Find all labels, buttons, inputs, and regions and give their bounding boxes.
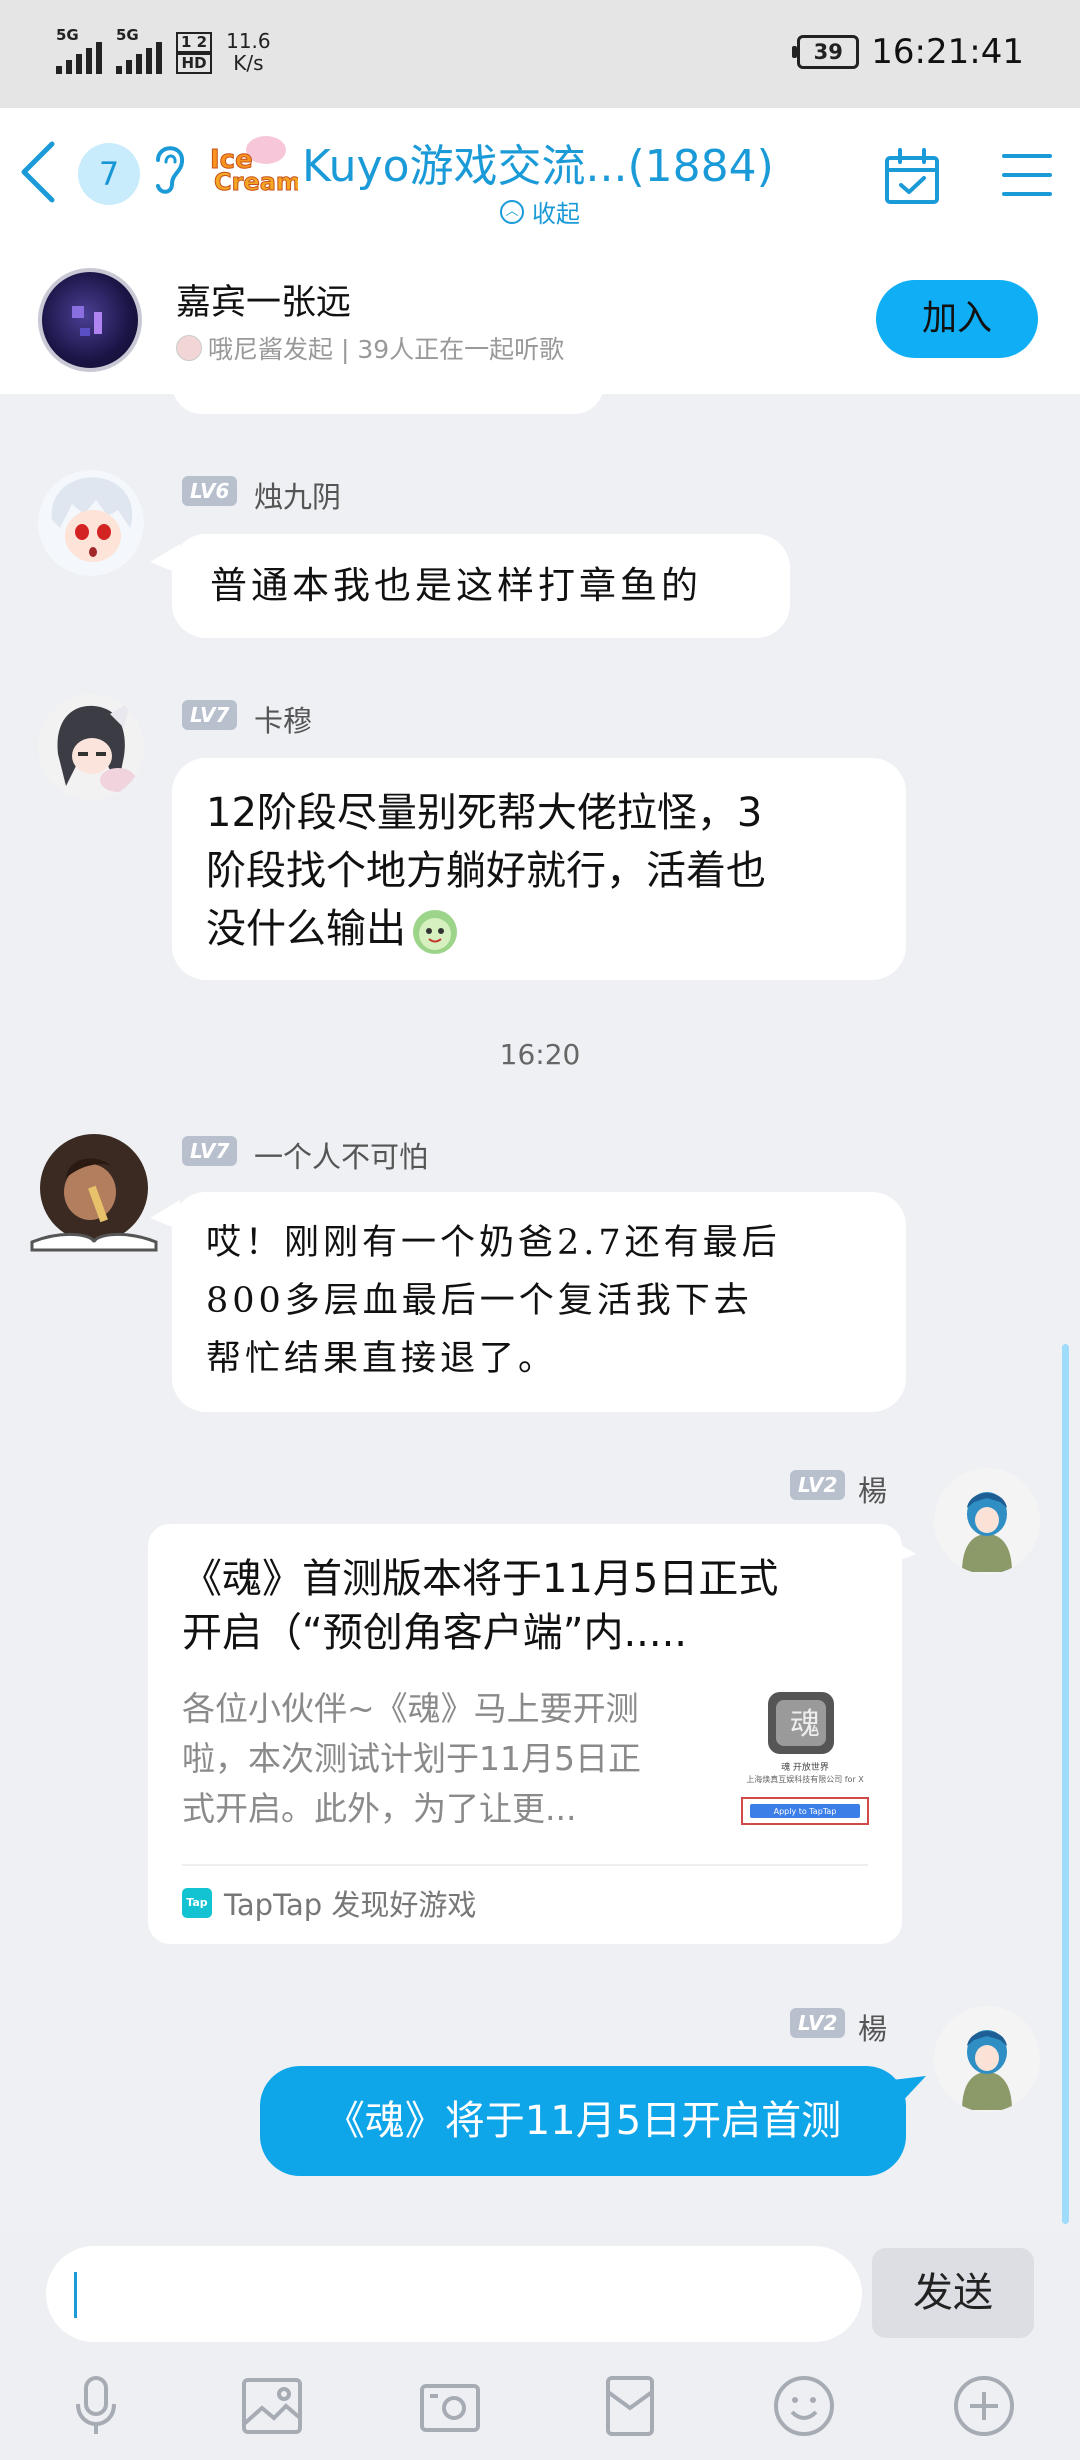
red-packet-icon[interactable] <box>598 2374 662 2438</box>
network-speed: 11.6 K/s <box>226 29 271 75</box>
avatar[interactable] <box>934 2006 1040 2112</box>
plus-icon[interactable] <box>952 2374 1016 2438</box>
camera-icon[interactable] <box>418 2374 482 2438</box>
cabbage-sticker-icon <box>413 910 457 954</box>
menu-icon[interactable] <box>1000 148 1054 202</box>
chat-header: 7 Ice Cream Kuyo游戏交流...(1884) ︿ 收起 <box>0 108 1080 244</box>
music-cover-avatar <box>38 268 142 372</box>
svg-text:魂 开放世界: 魂 开放世界 <box>781 1761 829 1773</box>
message-bubble[interactable]: 哎！刚刚有一个奶爸2.7还有最后 800多层血最后一个复活我下去 帮忙结果直接退… <box>172 1192 906 1412</box>
initiator-avatar <box>176 335 202 361</box>
listen-together-banner[interactable]: 嘉宾一张远 哦尼酱发起 | 39人正在一起听歌 加入 <box>0 244 1080 394</box>
input-bar: 发送 <box>0 2234 1080 2460</box>
svg-text:上海焕真互娱科技有限公司 for X: 上海焕真互娱科技有限公司 for X <box>746 1774 864 1784</box>
back-arrow-icon[interactable] <box>14 132 70 212</box>
network-type-sim1: 5G <box>56 26 79 44</box>
send-button[interactable]: 发送 <box>872 2248 1034 2338</box>
collapse-toggle[interactable]: ︿ 收起 <box>500 194 580 229</box>
listen-subtitle: 哦尼酱发起 | 39人正在一起听歌 <box>176 330 564 366</box>
level-badge: LV2 <box>790 1470 846 1500</box>
avatar[interactable] <box>934 1468 1040 1574</box>
calendar-check-icon[interactable] <box>882 146 942 206</box>
message-list[interactable]: LV6 烛九阴 普通本我也是这样打章鱼的 LV7 卡穆 12阶段尽量别死帮大佬拉… <box>0 394 1080 2234</box>
ice-cream-logo: Ice Cream <box>210 136 298 194</box>
microphone-icon[interactable] <box>64 2374 128 2438</box>
svg-text:Apply to TapTap: Apply to TapTap <box>774 1807 837 1816</box>
ear-icon[interactable] <box>148 138 188 198</box>
network-type-sim2: 5G <box>116 26 139 44</box>
taptap-icon: Tap <box>182 1888 212 1918</box>
previous-message-bubble[interactable] <box>172 394 604 414</box>
avatar[interactable] <box>38 470 144 576</box>
signal-icon-sim2: 5G <box>116 26 162 74</box>
group-title[interactable]: Kuyo游戏交流...(1884) <box>302 130 774 194</box>
card-divider <box>182 1864 868 1866</box>
status-bar: 5G 5G 1 2 HD 11.6 K/s 39 16:21:41 <box>0 0 1080 108</box>
hd-indicator: 1 2 HD <box>176 32 213 74</box>
image-icon[interactable] <box>240 2374 304 2438</box>
card-thumbnail: 魂 魂 开放世界 上海焕真互娱科技有限公司 for X Apply to Tap… <box>741 1692 869 1825</box>
card-title: 《魂》首测版本将于11月5日正式 开启（“预创角客户端”内..... <box>182 1556 779 1656</box>
sender-name[interactable]: 一个人不可怕 <box>254 1134 428 1176</box>
card-description: 各位小伙伴~《魂》马上要开测 啦，本次测试计划于11月5日正 式开启。此外，为了… <box>182 1689 641 1828</box>
level-badge: LV6 <box>182 476 238 506</box>
timestamp: 16:20 <box>499 1038 581 1071</box>
scrollbar[interactable] <box>1062 1344 1069 2224</box>
my-message-bubble[interactable]: 《魂》将于11月5日开启首测 <box>260 2066 906 2176</box>
unread-count-badge[interactable]: 7 <box>78 143 140 205</box>
join-button[interactable]: 加入 <box>876 280 1038 358</box>
chevron-up-icon: ︿ <box>500 199 524 224</box>
sender-name[interactable]: 卡穆 <box>254 698 312 740</box>
message-input[interactable] <box>46 2246 862 2342</box>
sender-name[interactable]: 楊 <box>858 1468 887 1510</box>
svg-text:魂: 魂 <box>790 1707 820 1742</box>
card-source: Tap TapTap 发现好游戏 <box>182 1882 476 1924</box>
avatar[interactable] <box>38 694 144 800</box>
avatar[interactable] <box>30 1130 158 1254</box>
text-caret <box>74 2272 77 2318</box>
level-badge: LV2 <box>790 2008 846 2038</box>
emoji-icon[interactable] <box>772 2374 836 2438</box>
message-bubble[interactable]: 普通本我也是这样打章鱼的 <box>172 534 790 638</box>
level-badge: LV7 <box>182 700 238 730</box>
status-clock: 16:21:41 <box>871 32 1024 72</box>
signal-icon-sim1: 5G <box>56 26 102 74</box>
battery-icon: 39 <box>792 35 860 69</box>
shared-link-card[interactable]: 《魂》首测版本将于11月5日正式 开启（“预创角客户端”内..... 各位小伙伴… <box>148 1524 902 1944</box>
collapse-label: 收起 <box>532 200 580 228</box>
sender-name[interactable]: 楊 <box>858 2006 887 2048</box>
message-bubble[interactable]: 12阶段尽量别死帮大佬拉怪，3 阶段找个地方躺好就行，活着也 没什么输出 <box>172 758 906 980</box>
level-badge: LV7 <box>182 1136 238 1166</box>
listen-song-title: 嘉宾一张远 <box>176 283 352 323</box>
svg-text:Cream: Cream <box>214 168 298 194</box>
sender-name[interactable]: 烛九阴 <box>254 474 341 516</box>
